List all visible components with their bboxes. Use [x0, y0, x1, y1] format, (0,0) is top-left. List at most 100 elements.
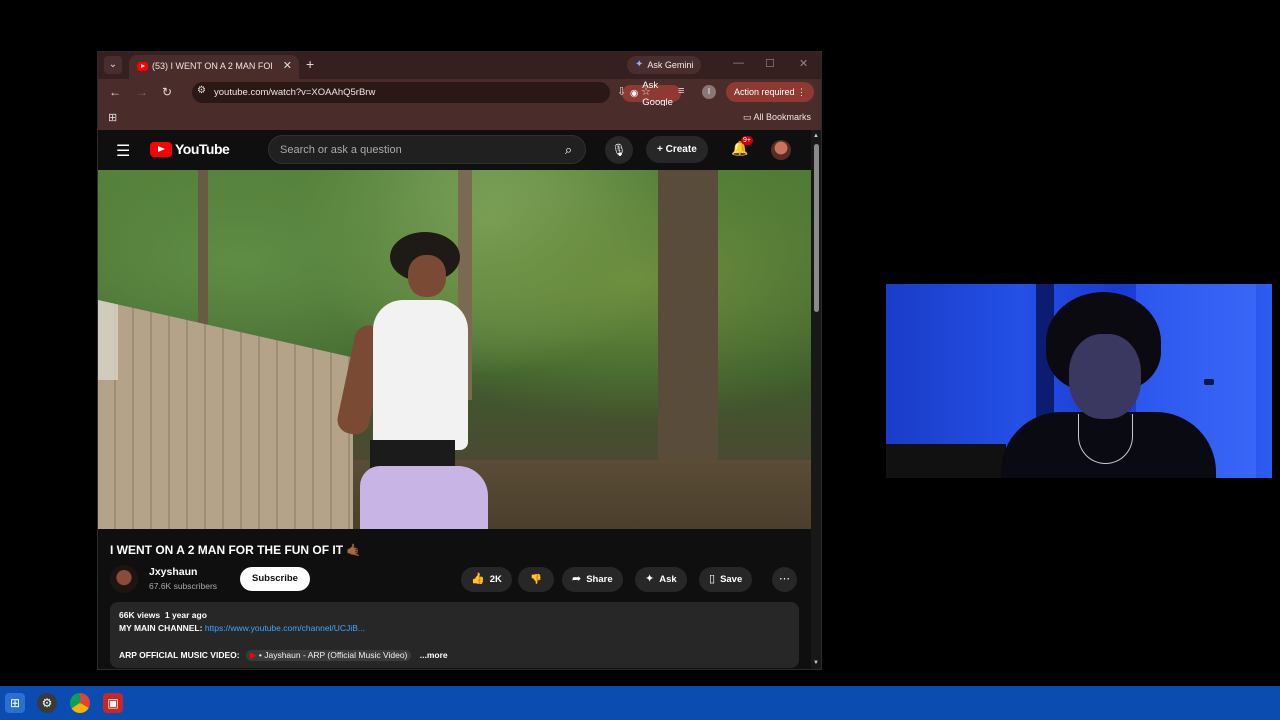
person-waistband	[370, 440, 455, 468]
search-icon[interactable]: ⌕	[556, 138, 581, 161]
subscribe-button[interactable]: Subscribe	[240, 567, 310, 591]
back-icon[interactable]: ←	[109, 85, 121, 99]
bookmarks-bar: ⊞ ▭ All Bookmarks	[98, 106, 821, 130]
windows-start-icon[interactable]: ⊞	[5, 693, 25, 713]
avatar[interactable]	[771, 140, 791, 160]
music-video-label: ARP OFFICIAL MUSIC VIDEO:	[119, 650, 240, 660]
action-required-label: Action required	[734, 87, 795, 97]
ask-gemini-button[interactable]: ✦ Ask Gemini	[627, 56, 702, 74]
description-box[interactable]: 66K views 1 year ago MY MAIN CHANNEL: ht…	[110, 602, 799, 668]
all-bookmarks-button[interactable]: ▭ All Bookmarks	[743, 112, 811, 123]
reload-icon[interactable]: ↻	[162, 85, 172, 99]
music-video-chip-label: • Jayshaun - ARP (Official Music Video)	[258, 650, 408, 660]
google-lens-icon: ◉	[630, 88, 639, 99]
description-line-main-channel: MY MAIN CHANNEL: https://www.youtube.com…	[119, 623, 365, 633]
channel-subscribers: 67.6K subscribers	[149, 581, 218, 591]
search-input[interactable]: Search or ask a question ⌕	[268, 135, 586, 164]
minimize-button[interactable]: —	[733, 57, 744, 69]
extensions-icon[interactable]: ≡	[678, 85, 684, 97]
ask-gemini-label: Ask Gemini	[647, 60, 694, 70]
new-tab-button[interactable]: +	[306, 56, 314, 72]
person-face	[408, 255, 446, 297]
app-icon[interactable]: ▣	[103, 693, 123, 713]
share-button[interactable]: ➦ Share	[562, 567, 623, 592]
create-button[interactable]: + Create	[646, 136, 708, 163]
description-line-music-video: ARP OFFICIAL MUSIC VIDEO: ▶ • Jayshaun -…	[119, 650, 448, 661]
share-label: Share	[586, 574, 613, 585]
video-player[interactable]	[98, 170, 811, 529]
browser-window: ⌄ (53) I WENT ON A 2 MAN FOR ✕ + ✦ Ask G…	[97, 51, 822, 670]
desk	[886, 444, 1006, 478]
fence-post	[98, 300, 118, 380]
door-knob	[1204, 379, 1214, 385]
close-window-button[interactable]: ✕	[799, 57, 808, 70]
site-info-icon[interactable]: ⚙	[197, 85, 206, 96]
search-placeholder: Search or ask a question	[280, 144, 402, 156]
all-bookmarks-label: All Bookmarks	[753, 112, 811, 122]
save-icon: ▯	[709, 573, 716, 585]
action-required-button[interactable]: Action required ⋮	[726, 82, 815, 102]
channel-name[interactable]: Jxyshaun	[149, 566, 197, 578]
create-label: Create	[665, 144, 697, 155]
channel-avatar[interactable]	[110, 565, 138, 593]
tab-close-icon[interactable]: ✕	[283, 59, 292, 72]
tab-title: (53) I WENT ON A 2 MAN FOR	[152, 61, 272, 71]
active-tab[interactable]: (53) I WENT ON A 2 MAN FOR ✕	[129, 55, 299, 79]
share-icon: ➦	[572, 573, 582, 585]
more-icon[interactable]: ⋯	[772, 567, 797, 592]
settings-icon[interactable]: ⚙	[37, 693, 57, 713]
page-scrollbar[interactable]: ▲ ▼	[811, 130, 821, 669]
main-channel-link[interactable]: https://www.youtube.com/channel/UCJiB...	[205, 623, 365, 633]
like-button[interactable]: 👍 2K	[461, 567, 512, 592]
ask-google-button[interactable]: ◉ Ask Google	[622, 80, 681, 108]
dislike-button[interactable]: 👎	[518, 567, 554, 592]
youtube-page: ☰ YouTube Search or ask a question ⌕ 🎙 +…	[98, 130, 811, 669]
youtube-chip-icon: ▶	[249, 650, 257, 660]
ask-button[interactable]: ✦ Ask	[635, 567, 687, 592]
main-channel-label: MY MAIN CHANNEL:	[119, 623, 203, 633]
webcam-overlay	[886, 284, 1272, 478]
bookmark-star-icon[interactable]: ☆	[641, 85, 651, 98]
taskbar: ⊞ ⚙ ▣	[0, 686, 1280, 720]
forward-icon[interactable]: →	[136, 85, 148, 99]
apps-grid-icon[interactable]: ⊞	[108, 111, 117, 124]
ask-label: Ask	[659, 574, 677, 585]
maximize-button[interactable]: ☐	[765, 57, 775, 70]
install-icon[interactable]: ⇩	[617, 85, 626, 98]
scrollbar-thumb[interactable]	[814, 144, 819, 312]
upload-age: 1 year ago	[164, 610, 207, 620]
browser-toolbar: ← → ↻ ⚙ youtube.com/watch?v=XOAAhQ5rBrw …	[98, 79, 821, 108]
person-shorts	[360, 466, 488, 529]
video-title: I WENT ON A 2 MAN FOR THE FUN OF IT 🤙🏾	[110, 543, 362, 557]
like-icon: 👍	[471, 573, 485, 585]
notification-badge: 9+	[741, 136, 753, 145]
music-video-chip[interactable]: ▶ • Jayshaun - ARP (Official Music Video…	[245, 650, 412, 661]
youtube-play-icon	[150, 141, 172, 157]
streamer-face	[1069, 334, 1141, 419]
address-bar[interactable]: ⚙ youtube.com/watch?v=XOAAhQ5rBrw ◉ Ask …	[192, 80, 681, 108]
description-more-button[interactable]: ...more	[420, 650, 448, 660]
youtube-wordmark: YouTube	[175, 141, 230, 157]
dislike-icon: 👎	[530, 574, 542, 585]
person-shirt	[373, 300, 468, 450]
tree-trunk	[658, 170, 718, 470]
like-count: 2K	[489, 574, 502, 585]
url-text: youtube.com/watch?v=XOAAhQ5rBrw	[214, 87, 376, 98]
gemini-sparkle-icon: ✦	[635, 59, 644, 70]
hamburger-icon[interactable]: ☰	[116, 141, 130, 161]
save-button[interactable]: ▯ Save	[699, 567, 753, 592]
chrome-icon[interactable]	[70, 693, 90, 713]
save-label: Save	[720, 574, 743, 585]
desktop: ⌄ (53) I WENT ON A 2 MAN FOR ✕ + ✦ Ask G…	[0, 0, 1280, 720]
youtube-logo[interactable]: YouTube	[150, 141, 230, 157]
scroll-up-icon[interactable]: ▲	[813, 133, 819, 139]
scroll-down-icon[interactable]: ▼	[813, 660, 819, 666]
description-meta: 66K views 1 year ago	[119, 610, 207, 620]
plus-icon: +	[657, 144, 663, 155]
fence	[98, 300, 353, 529]
profile-avatar[interactable]: I	[702, 85, 716, 99]
mic-icon[interactable]: 🎙	[605, 136, 633, 164]
tab-search-icon[interactable]: ⌄	[104, 56, 122, 74]
youtube-favicon-icon	[137, 62, 148, 71]
sparkle-icon: ✦	[645, 573, 655, 585]
